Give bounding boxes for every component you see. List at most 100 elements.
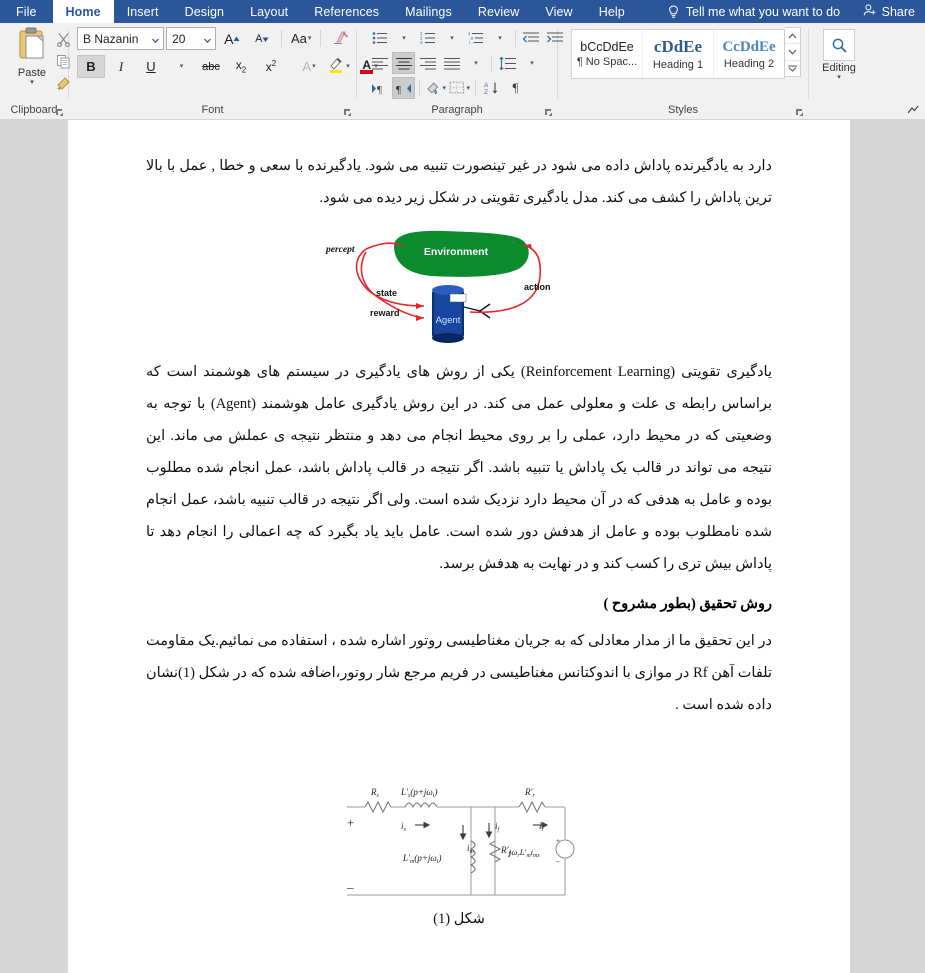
font-size-combobox[interactable]: 20 — [166, 27, 217, 50]
tab-file-label: File — [16, 4, 37, 19]
text-effects-caret-icon: ▾ — [312, 63, 316, 70]
tab-view-label: View — [545, 4, 573, 19]
styles-more-icon[interactable] — [785, 61, 800, 76]
tab-insert[interactable]: Insert — [114, 0, 172, 23]
clipboard-dialog-launcher-icon[interactable] — [55, 108, 64, 117]
justify-caret-button[interactable]: ▾ — [464, 52, 487, 74]
paste-button[interactable]: Paste ▾ — [11, 27, 53, 92]
multilevel-caret-button[interactable]: ▾ — [488, 27, 511, 49]
shading-caret-icon[interactable]: ▾ — [442, 85, 446, 92]
bullets-caret-button[interactable]: ▾ — [392, 27, 415, 49]
editing-caret-icon[interactable]: ▾ — [837, 74, 841, 81]
rtl-text-direction-button[interactable]: ¶ — [392, 77, 415, 99]
styles-group-label: Styles — [558, 102, 808, 119]
svg-text:a: a — [470, 36, 473, 41]
underline-dropdown-button[interactable]: ▾ — [167, 55, 195, 78]
justify-button[interactable] — [440, 52, 463, 74]
tab-design[interactable]: Design — [172, 0, 238, 23]
underline-button[interactable]: U — [137, 55, 165, 78]
ribbon-collapse-icon[interactable] — [907, 103, 919, 115]
tab-file[interactable]: File — [0, 0, 53, 23]
paragraph-dialog-launcher-icon[interactable] — [544, 108, 553, 117]
sort-button[interactable]: AZ — [480, 77, 503, 99]
ribbon-tab-bar: File Home Insert Design Layout Reference… — [0, 0, 925, 23]
styles-gallery: bCcDdEe ¶ No Spac... cDdEe Heading 1 CcD… — [571, 29, 785, 79]
line-spacing-caret-button[interactable]: ▾ — [520, 52, 543, 74]
grow-font-label: A — [224, 30, 234, 47]
decrease-indent-button[interactable] — [520, 27, 543, 49]
editing-label: Editing — [822, 62, 856, 74]
numbering-caret-button[interactable]: ▾ — [440, 27, 463, 49]
editing-find-icon — [823, 29, 855, 61]
style-item-no-spacing[interactable]: bCcDdEe ¶ No Spac... — [572, 30, 643, 78]
grow-font-button[interactable]: A — [218, 27, 246, 50]
shrink-font-button[interactable]: A — [248, 27, 276, 50]
style-name-no-spacing: ¶ No Spac... — [576, 56, 638, 68]
numbering-button[interactable]: 123 — [416, 27, 439, 49]
tab-references[interactable]: References — [301, 0, 392, 23]
style-sample-no-spacing: bCcDdEe — [580, 40, 634, 54]
tab-help[interactable]: Help — [586, 0, 638, 23]
editing-button[interactable]: Editing ▾ — [814, 27, 864, 81]
tab-view[interactable]: View — [532, 0, 585, 23]
styles-dialog-launcher-icon[interactable] — [795, 108, 804, 117]
change-case-button[interactable]: Aa ▾ — [287, 27, 315, 50]
highlight-caret-icon[interactable]: ▾ — [346, 63, 350, 70]
align-right-button[interactable] — [416, 52, 439, 74]
bold-button[interactable]: B — [77, 55, 105, 78]
styles-gallery-scroll[interactable] — [785, 27, 801, 77]
subscript-button[interactable]: x2 — [227, 55, 255, 78]
shading-button[interactable]: ▾ — [424, 77, 447, 99]
clipboard-group-label: Clipboard — [0, 102, 68, 119]
strikethrough-button[interactable]: abc — [197, 55, 225, 78]
tab-mailings[interactable]: Mailings — [392, 0, 465, 23]
text-effects-label: A — [302, 59, 312, 74]
clear-formatting-button[interactable] — [326, 27, 354, 50]
tab-home-label: Home — [65, 4, 101, 19]
ribbon-group-font: B Nazanin 20 A A Aa ▾ B I U ▾ abc x2 x2 … — [69, 23, 378, 119]
align-left-button[interactable] — [368, 52, 391, 74]
text-highlight-button[interactable]: ▾ — [325, 55, 353, 78]
borders-caret-icon[interactable]: ▾ — [466, 85, 470, 92]
tab-review[interactable]: Review — [465, 0, 533, 23]
style-item-heading-2[interactable]: CcDdEe Heading 2 — [714, 30, 784, 78]
font-name-chevron-down-icon[interactable] — [151, 34, 160, 44]
bullets-button[interactable] — [368, 27, 391, 49]
ltr-text-direction-button[interactable]: ¶ — [368, 77, 391, 99]
style-item-heading-1[interactable]: cDdEe Heading 1 — [643, 30, 714, 78]
change-case-caret-icon[interactable]: ▾ — [308, 35, 312, 42]
change-case-label: Aa — [290, 31, 307, 46]
paragraph-1: دارد به یادگیرنده پاداش داده می شود در غ… — [146, 158, 772, 206]
document-page[interactable]: دارد به یادگیرنده پاداش داده می شود در غ… — [68, 120, 850, 973]
tab-layout[interactable]: Layout — [237, 0, 301, 23]
show-formatting-marks-button[interactable]: ¶ — [504, 77, 527, 99]
line-spacing-button[interactable] — [496, 52, 519, 74]
page-content: دارد به یادگیرنده پاداش داده می شود در غ… — [146, 150, 772, 928]
italic-button[interactable]: I — [107, 55, 135, 78]
tab-home[interactable]: Home — [52, 0, 114, 23]
font-size-chevron-down-icon[interactable] — [203, 34, 212, 44]
styles-group-label-text: Styles — [668, 104, 698, 116]
paste-dropdown-caret-icon[interactable]: ▾ — [30, 79, 34, 86]
align-center-button[interactable] — [392, 52, 415, 74]
multilevel-list-button[interactable]: 1ai — [464, 27, 487, 49]
styles-scroll-down-icon[interactable] — [785, 44, 800, 61]
borders-button[interactable]: ▾ — [448, 77, 471, 99]
rl-action-label: action — [524, 282, 551, 292]
paste-icon — [17, 27, 47, 66]
document-canvas[interactable]: دارد به یادگیرنده پاداش داده می شود در غ… — [0, 120, 925, 973]
style-sample-heading-1: cDdEe — [653, 37, 703, 56]
circuit-label-is: is — [401, 821, 407, 833]
ribbon-group-paragraph: ▾ 123 ▾ 1ai ▾ ▾ ▾ ¶ ¶ ▾ ▾ A Z ¶ Paragrap… — [357, 23, 563, 119]
tell-me-box[interactable]: Tell me what you want to do — [662, 0, 846, 23]
text-effects-button[interactable]: A ▾ — [295, 55, 323, 78]
share-button[interactable]: Share — [863, 0, 915, 23]
circuit-label-rs: Rs — [370, 787, 380, 799]
superscript-button[interactable]: x2 — [257, 55, 285, 78]
rl-reward-label: reward — [370, 308, 400, 318]
styles-scroll-up-icon[interactable] — [785, 28, 800, 45]
section-heading: روش تحقیق (بطور مشروح ) — [603, 596, 772, 612]
font-name-combobox[interactable]: B Nazanin — [77, 27, 165, 50]
rl-agent-label: Agent — [436, 315, 461, 326]
font-dialog-launcher-icon[interactable] — [343, 108, 352, 117]
